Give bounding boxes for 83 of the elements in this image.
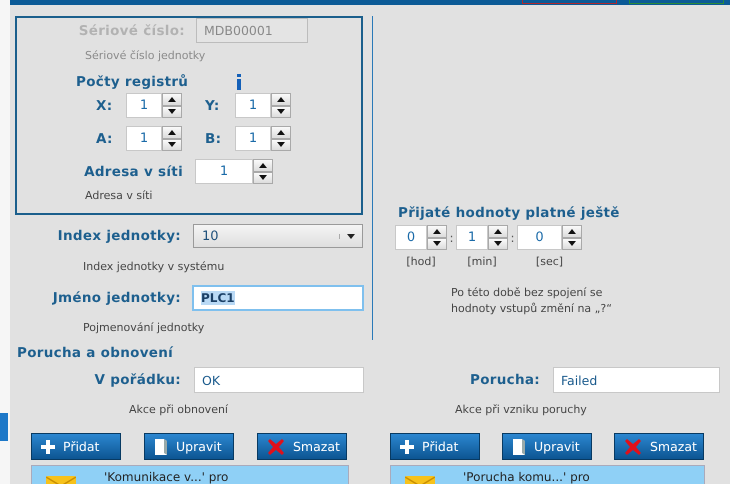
info-icon[interactable] [236, 74, 242, 90]
up-arrow-icon [568, 228, 576, 234]
spin-up-button[interactable] [162, 93, 182, 106]
down-arrow-icon [277, 142, 285, 148]
up-arrow-icon [277, 130, 285, 135]
field-label: V pořádku: [93, 372, 181, 388]
spin-down-button[interactable] [488, 238, 508, 250]
number-field[interactable]: 0 [395, 225, 427, 250]
hint-text: Index jednotky v systému [83, 260, 226, 273]
spin-down-button[interactable] [253, 172, 273, 184]
number-field[interactable]: 1 [195, 159, 253, 184]
delete-button[interactable]: Smazat [614, 433, 704, 460]
number-field[interactable]: 1 [456, 225, 488, 250]
spin-down-button[interactable] [271, 138, 291, 151]
hint-text: Akce při vzniku poruchy [455, 403, 588, 416]
delete-icon [624, 438, 642, 456]
spin-up-button[interactable] [427, 225, 447, 238]
spin-up-button[interactable] [271, 126, 291, 138]
spin-down-button[interactable] [162, 106, 182, 118]
down-arrow-icon [494, 241, 502, 246]
field-label: Index jednotky: [56, 228, 181, 244]
hint-text: Pojmenování jednotky [83, 321, 206, 334]
field-label: Porucha: [469, 372, 540, 388]
up-arrow-icon [277, 96, 285, 102]
note-text: Po této době bez spojení se hodnoty vstupů změní na „?“ [451, 285, 613, 317]
up-arrow-icon [259, 162, 267, 168]
page-icon [154, 438, 168, 456]
section-title: Počty registrů [76, 74, 188, 90]
field-label: Adresa v síti [83, 164, 183, 180]
up-arrow-icon [168, 130, 176, 135]
page-icon [512, 438, 526, 456]
spin-down-button[interactable] [162, 138, 182, 151]
unit-label: [min] [467, 255, 497, 268]
down-arrow-icon [259, 175, 267, 180]
number-field[interactable]: 1 [235, 126, 271, 151]
plus-icon [400, 440, 414, 454]
spin-down-button[interactable] [562, 238, 582, 250]
section-title: Přijaté hodnoty platné ještě [398, 205, 621, 221]
spin-down-button[interactable] [271, 106, 291, 118]
unit-label: [sec] [536, 255, 564, 268]
unit-label: [hod] [406, 255, 436, 268]
register-label: X: [96, 98, 114, 114]
spin-up-button[interactable] [562, 225, 582, 238]
up-arrow-icon [494, 228, 502, 234]
spin-up-button[interactable] [162, 126, 182, 138]
spin-down-button[interactable] [427, 238, 447, 250]
up-arrow-icon [433, 228, 441, 234]
field-label: Jméno jednotky: [51, 290, 181, 306]
text-field[interactable]: Failed [553, 367, 720, 393]
number-field[interactable]: 1 [235, 93, 271, 118]
text-field[interactable]: OK [194, 367, 364, 393]
hint-text: Akce při obnovení [129, 403, 229, 416]
dropdown[interactable]: 10 [193, 224, 363, 248]
add-button[interactable]: Přidat [31, 433, 121, 460]
add-button[interactable]: Přidat [390, 433, 480, 460]
register-label: Y: [205, 98, 221, 114]
hint-text: Adresa v síti [85, 189, 154, 202]
down-arrow-icon [168, 109, 176, 114]
action-list-item[interactable]: 'Porucha komu...' pro [390, 465, 705, 484]
plus-icon [41, 440, 55, 454]
down-arrow-icon [168, 142, 176, 148]
delete-icon [267, 438, 285, 456]
edit-button[interactable]: Upravit [144, 433, 234, 460]
register-label: B: [205, 130, 222, 146]
up-arrow-icon [168, 96, 176, 102]
down-arrow-icon [277, 109, 285, 114]
spin-up-button[interactable] [253, 159, 273, 172]
action-list-item[interactable]: 'Komunikace v...' pro [31, 465, 349, 484]
down-arrow-icon [568, 241, 576, 246]
edit-button[interactable]: Upravit [502, 433, 592, 460]
separator: : [509, 230, 516, 244]
register-label: A: [96, 130, 114, 146]
delete-button[interactable]: Smazat [257, 433, 347, 460]
section-title: Porucha a obnovení [17, 345, 174, 361]
text-field[interactable]: PLC1 [192, 285, 364, 311]
number-field[interactable]: 1 [126, 93, 162, 118]
hint-text: Sériové číslo jednotky [85, 49, 206, 62]
spin-up-button[interactable] [271, 93, 291, 106]
number-field[interactable]: 0 [517, 225, 562, 250]
spin-up-button[interactable] [488, 225, 508, 238]
separator: : [448, 230, 455, 244]
down-arrow-icon [433, 241, 441, 246]
number-field[interactable]: 1 [126, 126, 162, 151]
